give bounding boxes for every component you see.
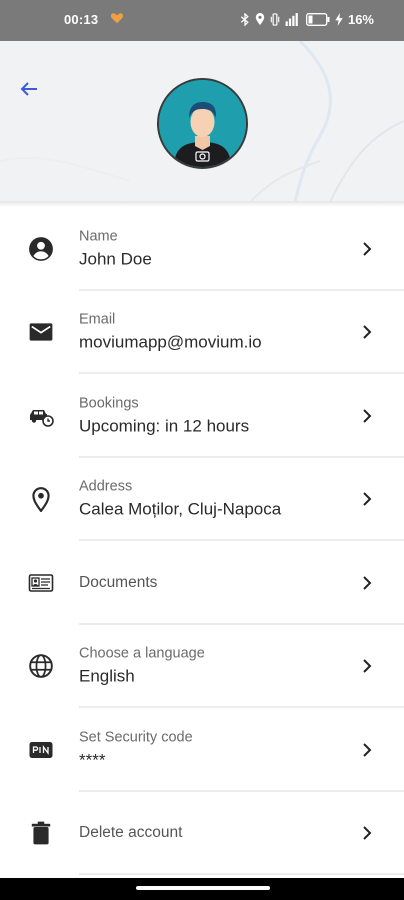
list-item-language[interactable]: Choose a language English	[0, 625, 404, 708]
row-label: Name	[79, 228, 118, 245]
row-value: Upcoming: in 12 hours	[79, 416, 250, 436]
list-item-address[interactable]: Address Calea Moților, Cluj-Napoca	[0, 458, 404, 541]
row-value: ****	[79, 750, 106, 770]
charging-icon	[335, 13, 343, 26]
car-clock-icon	[30, 409, 54, 427]
chevron-right-icon	[363, 492, 372, 506]
row-label: Choose a language	[79, 645, 205, 662]
list-item-documents[interactable]: Documents	[0, 541, 404, 625]
envelope-icon	[29, 323, 53, 341]
chevron-right-icon	[363, 659, 372, 673]
list-item-name[interactable]: Name John Doe	[0, 207, 404, 291]
navigation-bar	[0, 878, 404, 900]
id-card-icon	[28, 573, 54, 592]
location-icon	[255, 13, 265, 26]
heart-app-icon	[110, 13, 124, 24]
battery-percent: 16%	[347, 12, 374, 27]
status-time: 00:13	[64, 12, 99, 27]
home-gesture-handle[interactable]	[136, 886, 270, 890]
battery-icon	[306, 13, 330, 26]
list-item-security-code[interactable]: Set Security code ****	[0, 708, 404, 792]
back-arrow-icon[interactable]	[17, 77, 41, 101]
account-circle-icon	[29, 236, 53, 261]
chevron-right-icon	[363, 409, 372, 423]
list-item-email[interactable]: Email moviumapp@movium.io	[0, 291, 404, 374]
row-value: Calea Moților, Cluj-Napoca	[79, 499, 282, 519]
list-item-delete-account[interactable]: Delete account	[0, 792, 404, 875]
divider	[79, 873, 404, 875]
chevron-right-icon	[363, 325, 372, 339]
row-value: John Doe	[79, 249, 152, 269]
trash-icon	[31, 821, 51, 845]
profile-settings-list: Name John Doe Email moviumapp@movium.io	[0, 207, 404, 875]
list-item-bookings[interactable]: Bookings Upcoming: in 12 hours	[0, 374, 404, 458]
row-label: Documents	[79, 573, 158, 591]
profile-header	[0, 41, 404, 202]
status-icons: 16%	[240, 12, 374, 27]
row-label: Delete account	[79, 824, 183, 842]
row-value: English	[79, 666, 135, 686]
vibrate-icon	[270, 13, 280, 26]
row-label: Address	[79, 478, 133, 495]
pin-keypad-icon	[29, 741, 53, 758]
row-label: Bookings	[79, 395, 139, 412]
profile-avatar-camera-icon	[159, 80, 246, 167]
row-label: Set Security code	[79, 729, 193, 746]
chevron-right-icon	[363, 743, 372, 757]
signal-icon	[285, 13, 298, 26]
bluetooth-icon	[240, 13, 249, 26]
row-value: moviumapp@movium.io	[79, 332, 262, 352]
chevron-right-icon	[363, 576, 372, 590]
status-bar: 00:13 16%	[0, 0, 404, 41]
row-label: Email	[79, 311, 116, 328]
globe-icon	[29, 654, 53, 679]
location-pin-icon	[32, 487, 50, 513]
chevron-right-icon	[363, 826, 372, 840]
chevron-right-icon	[363, 242, 372, 256]
avatar[interactable]	[157, 78, 248, 169]
